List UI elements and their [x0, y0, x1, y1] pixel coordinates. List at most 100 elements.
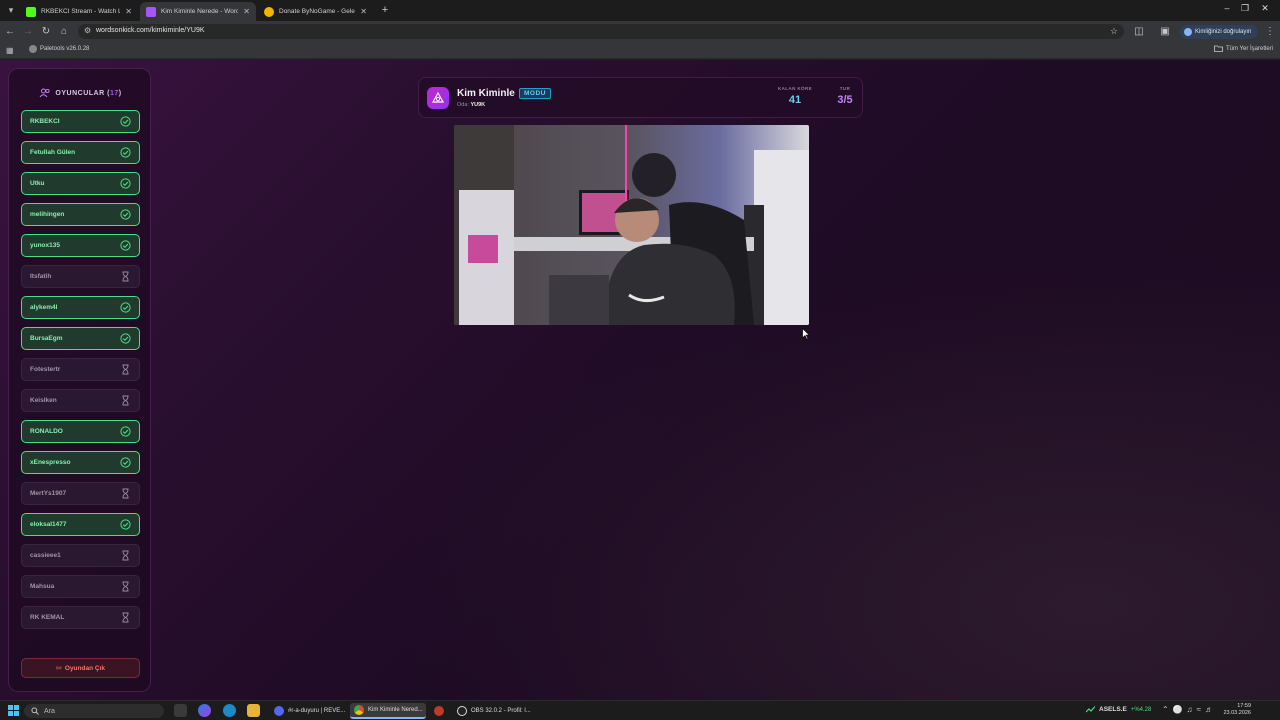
close-tab-icon[interactable]: ✕ [360, 7, 367, 16]
browser-menu-icon[interactable]: ⋮ [1263, 25, 1277, 39]
search-placeholder: Ara [44, 707, 55, 715]
tab-donate-bynogame[interactable]: Donate ByNoGame - Gelen/Gid ✕ [258, 2, 373, 21]
player-row: eloksal1477 [21, 513, 140, 536]
check-circle-icon [120, 519, 131, 530]
check-circle-icon [120, 457, 131, 468]
taskbar-app-label: OBS 32.0.2 - Profil: l... [471, 708, 531, 714]
red-app-icon[interactable] [434, 706, 444, 716]
player-row: alykem4l [21, 296, 140, 319]
extensions-icon[interactable]: ◫ [1132, 25, 1146, 39]
reload-icon[interactable]: ↻ [39, 25, 53, 39]
webcam-video [454, 125, 809, 325]
taskbar-app-chrome[interactable]: Kim Kiminle Nered... [350, 703, 426, 719]
hourglass-icon [122, 271, 129, 282]
windows-start-icon[interactable] [8, 705, 19, 716]
tab-rkbekci-stream[interactable]: RKBEKCI Stream - Watch Live o ✕ [20, 2, 138, 21]
player-row: RKBEKCI [21, 110, 140, 133]
check-circle-icon [120, 178, 131, 189]
players-panel: OYUNCULAR (17) RKBEKCI Fetullah Gülen Utku… [8, 68, 151, 692]
words-left-value: 41 [788, 94, 802, 106]
profile-button[interactable]: Kimliğinizi doğrulayın [1180, 25, 1258, 39]
system-tray: ⌃ ⚪ ♫ ≈ ♬ [1162, 705, 1213, 714]
bookmark-paletools[interactable]: Paletools v26.0.28 [29, 45, 89, 53]
tab-title: RKBEKCI Stream - Watch Live o [41, 8, 121, 15]
taskbar-clock[interactable]: 17:59 23.03.2026 [1223, 703, 1251, 717]
wifi-icon[interactable]: ≈ [1197, 705, 1201, 714]
tray-chevron-icon[interactable]: ⌃ [1162, 705, 1169, 714]
round-stat: TUR 3/5 [833, 86, 857, 106]
clock-date: 23.03.2026 [1223, 710, 1251, 716]
obs-icon [457, 706, 467, 716]
player-name: Utku [30, 180, 45, 187]
player-row: MertYs1907 [21, 482, 140, 505]
round-label: TUR [839, 86, 851, 91]
taskbar-app-label: #r-a-duyuru | REVE... [288, 708, 346, 714]
forward-icon[interactable]: → [21, 25, 35, 39]
back-icon[interactable]: ← [3, 25, 17, 39]
tab-title: Donate ByNoGame - Gelen/Gid [279, 8, 355, 15]
tab-title: Kim Kiminle Nerede - Words O [161, 8, 239, 15]
stock-up-icon [1086, 706, 1095, 713]
player-name: Fetullah Gülen [30, 149, 76, 156]
close-tab-icon[interactable]: ✕ [125, 7, 132, 16]
volume-icon[interactable]: ♬ [1205, 705, 1213, 714]
streamer-webcam-image [454, 125, 809, 325]
game-title: Kim Kiminle [457, 88, 515, 99]
check-circle-icon [120, 426, 131, 437]
bynogame-favicon-icon [264, 6, 274, 17]
network-icon[interactable]: ⚪ [1173, 705, 1183, 714]
check-circle-icon [120, 147, 131, 158]
player-name: eloksal1477 [30, 521, 67, 528]
bookmarks-bar: ▦ Paletools v26.0.28 Tüm Yer İşaretleri [0, 42, 1280, 59]
apps-grid-icon[interactable]: ▦ [6, 46, 14, 55]
player-row: RONALDO [21, 420, 140, 443]
taskbar-app-obs[interactable]: OBS 32.0.2 - Profil: l... [453, 703, 533, 719]
chrome-icon [354, 705, 364, 715]
game-logo-icon [427, 87, 449, 109]
tab-kim-kiminle[interactable]: Kim Kiminle Nerede - Words O ✕ [140, 2, 256, 21]
players-title: OYUNCULAR (17) [55, 89, 122, 97]
hourglass-icon [122, 581, 129, 592]
task-view-icon[interactable] [174, 704, 187, 717]
restore-icon[interactable]: ❐ [1238, 3, 1252, 14]
check-circle-icon [120, 116, 131, 127]
minimize-icon[interactable]: – [1220, 3, 1234, 13]
home-icon[interactable]: ⌂ [57, 25, 71, 39]
all-bookmarks-label: Tüm Yer İşaretleri [1225, 45, 1273, 52]
close-window-icon[interactable]: ✕ [1258, 3, 1272, 14]
close-tab-icon[interactable]: ✕ [243, 7, 250, 16]
stock-widget[interactable]: ASELS.E +%4.28 [1086, 706, 1151, 713]
microphone-icon[interactable]: ♫ [1187, 705, 1193, 714]
tab-search-button[interactable]: ▾ [3, 3, 19, 18]
stock-change: +%4.28 [1130, 706, 1152, 713]
player-name: melihingen [30, 211, 65, 218]
hourglass-icon [122, 364, 129, 375]
leave-game-label: Oyundan Çık [64, 664, 105, 672]
cast-icon[interactable]: ▣ [1158, 25, 1172, 39]
leave-game-button[interactable]: ⇰ Oyundan Çık [21, 658, 140, 678]
player-row: BursaEgm [21, 327, 140, 350]
player-name: xEnespresso [30, 459, 71, 466]
address-bar[interactable]: ⚙ wordsonkick.com/kimkiminle/YU9K ☆ [78, 24, 1124, 39]
file-explorer-icon[interactable] [247, 704, 260, 717]
player-row: xEnespresso [21, 451, 140, 474]
bookmark-label: Paletools v26.0.28 [40, 46, 90, 52]
copilot-icon[interactable] [198, 704, 211, 717]
discord-icon [274, 706, 284, 716]
taskbar-app-discord[interactable]: #r-a-duyuru | REVE... [270, 703, 346, 719]
player-row: Utku [21, 172, 140, 195]
player-name: alykem4l [30, 304, 58, 311]
bookmark-star-icon[interactable]: ☆ [1110, 26, 1118, 37]
site-info-icon[interactable]: ⚙ [84, 26, 91, 35]
profile-label: Kimliğinizi doğrulayın [1195, 29, 1252, 35]
player-row: Itsfatih [21, 265, 140, 288]
player-name: BursaEgm [30, 335, 63, 342]
room-info: Oda: YU9K [457, 102, 486, 108]
edge-icon[interactable] [223, 704, 236, 717]
taskbar-search-input[interactable]: Ara [24, 704, 164, 718]
url-text[interactable]: wordsonkick.com/kimkiminle/YU9K [96, 27, 205, 34]
all-bookmarks-button[interactable]: Tüm Yer İşaretleri [1214, 45, 1273, 52]
player-row: Fotestertr [21, 358, 140, 381]
new-tab-button[interactable]: + [378, 3, 392, 17]
player-name: RK KEMAL [30, 614, 65, 621]
